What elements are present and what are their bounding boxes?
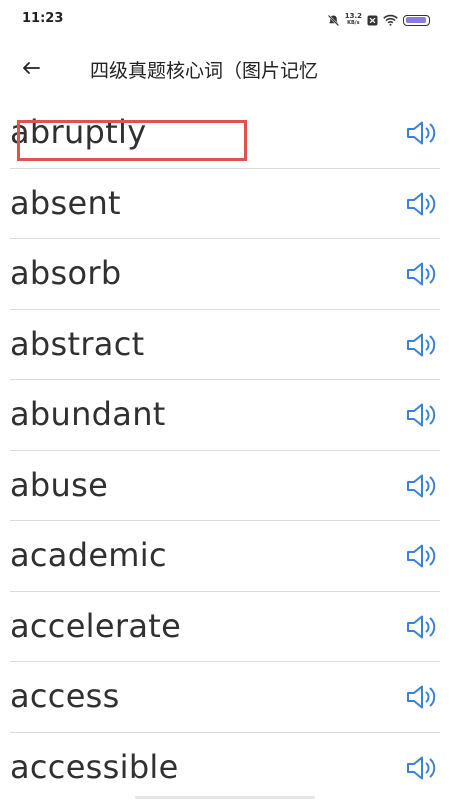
highlight-annotation-box	[17, 120, 247, 161]
status-time: 11:23	[22, 11, 64, 26]
word-row[interactable]: absorb	[0, 239, 450, 310]
pronounce-button[interactable]	[404, 328, 440, 362]
page-title: 四级真题核心词（图片记忆	[90, 60, 319, 82]
header: 四级真题核心词（图片记忆	[0, 40, 450, 98]
speaker-icon	[407, 192, 436, 215]
screen: 11:23 13.2 KB/s 四级真题核心词（图片记忆 abruptly ab…	[0, 0, 450, 800]
network-speed-value: 13.2	[344, 12, 362, 20]
network-speed: 13.2 KB/s	[345, 13, 362, 27]
word-row[interactable]: access	[0, 662, 450, 733]
word-row[interactable]: abstract	[0, 310, 450, 381]
word-text: accelerate	[10, 606, 182, 645]
wifi-icon	[383, 14, 398, 26]
status-bar: 11:23 13.2 KB/s	[0, 0, 450, 40]
pronounce-button[interactable]	[404, 187, 440, 221]
word-row[interactable]: accelerate	[0, 592, 450, 663]
back-button[interactable]	[14, 52, 48, 84]
notification-box-icon	[367, 15, 378, 25]
pronounce-button[interactable]	[404, 610, 440, 644]
word-row[interactable]: accessible	[0, 733, 450, 800]
arrow-left-icon	[23, 62, 40, 74]
speaker-icon	[407, 474, 436, 497]
battery-fill	[405, 17, 427, 23]
speaker-icon	[407, 262, 436, 286]
speaker-icon	[407, 685, 436, 709]
pronounce-button[interactable]	[404, 539, 440, 573]
word-text: absorb	[10, 254, 122, 292]
word-row[interactable]: absent	[0, 169, 450, 240]
speaker-icon	[407, 403, 436, 427]
home-indicator	[135, 796, 315, 799]
speaker-icon	[407, 544, 436, 568]
word-row[interactable]: abuse	[0, 451, 450, 522]
speaker-icon	[407, 756, 436, 779]
word-text: accessible	[10, 747, 179, 786]
pronounce-button[interactable]	[404, 116, 440, 150]
speaker-icon	[407, 333, 436, 356]
word-row[interactable]: academic	[0, 521, 450, 592]
word-text: access	[10, 677, 120, 715]
word-text: abuse	[10, 465, 109, 504]
pronounce-button[interactable]	[404, 751, 440, 785]
pronounce-button[interactable]	[404, 398, 440, 432]
word-text: abstract	[10, 324, 145, 363]
pronounce-button[interactable]	[404, 680, 440, 714]
speaker-icon	[407, 615, 436, 638]
pronounce-button[interactable]	[404, 257, 440, 291]
speaker-icon	[407, 121, 436, 145]
word-text: abundant	[10, 395, 166, 433]
word-row[interactable]: abundant	[0, 380, 450, 451]
battery-indicator	[403, 14, 430, 26]
silent-mode-icon	[327, 14, 339, 26]
word-text: absent	[10, 183, 121, 222]
word-list: abruptly absent absorb abstract abundant abus…	[0, 98, 450, 800]
network-speed-unit: KB/s	[347, 20, 360, 26]
word-text: academic	[10, 536, 167, 574]
pronounce-button[interactable]	[404, 469, 440, 503]
status-icons: 13.2 KB/s	[327, 11, 430, 29]
